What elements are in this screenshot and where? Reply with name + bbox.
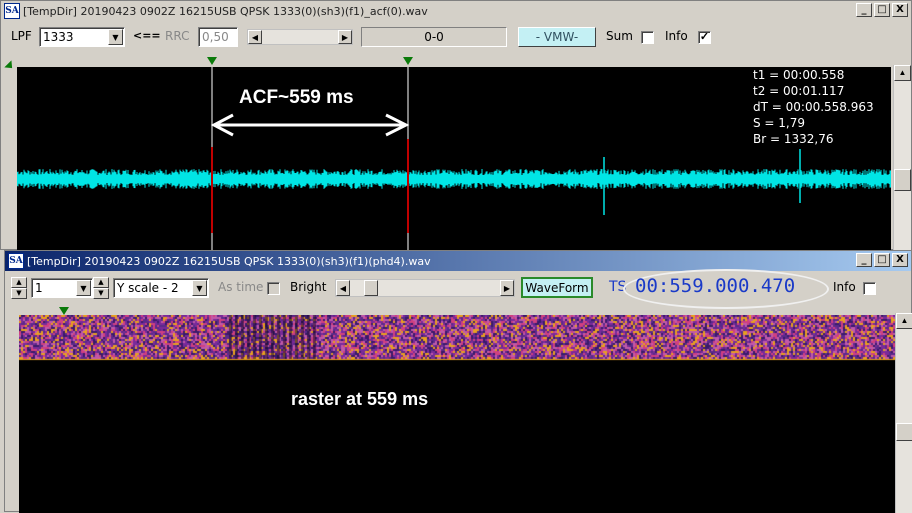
bright-slider-thumb[interactable]: [364, 280, 378, 296]
top-window-titlebar[interactable]: SA [TempDir] 20190423 0902Z 16215USB QPS…: [1, 1, 911, 21]
range-display: 0-0: [361, 27, 507, 47]
minimize-button[interactable]: _: [856, 3, 872, 17]
app-logo-icon: SA: [4, 3, 20, 19]
ts-value: 00:559.000.470: [635, 275, 796, 297]
info-label: Info: [665, 29, 688, 43]
chevron-down-icon[interactable]: ▼: [76, 280, 91, 296]
raster-image: [19, 315, 895, 363]
raster-marker-icon[interactable]: [59, 307, 69, 315]
spin-up-icon[interactable]: ▲: [11, 277, 27, 288]
spin-up-icon[interactable]: ▲: [93, 277, 109, 288]
top-window-title: [TempDir] 20190423 0902Z 16215USB QPSK 1…: [23, 4, 428, 18]
maximize-button[interactable]: □: [874, 253, 890, 267]
bottom-window-title: [TempDir] 20190423 0902Z 16215USB QPSK 1…: [27, 254, 431, 268]
as-time-label: As time: [218, 280, 264, 294]
close-button[interactable]: X: [892, 253, 908, 267]
left-edge-marker-icon: [4, 60, 16, 72]
rrc-field[interactable]: 0,50: [198, 27, 238, 47]
bottom-window-titlebar[interactable]: SA [TempDir] 20190423 0902Z 16215USB QPS…: [5, 251, 911, 271]
info-checkbox[interactable]: ✓: [698, 31, 711, 44]
acf-trace: [17, 169, 891, 189]
lpf-value: 1333: [43, 30, 74, 44]
info-checkbox[interactable]: [863, 282, 876, 295]
info-t2: t2 = 00:01.117: [753, 84, 845, 98]
acf-plot[interactable]: ACF~559 ms t1 = 00:00.558 t2 = 00:01.117…: [17, 67, 891, 251]
bright-label: Bright: [290, 280, 327, 294]
close-button[interactable]: X: [892, 3, 908, 17]
sum-checkbox[interactable]: [641, 31, 654, 44]
minimize-button[interactable]: _: [856, 253, 872, 267]
scroll-left-icon[interactable]: ◀: [248, 30, 262, 44]
bottom-window: SA [TempDir] 20190423 0902Z 16215USB QPS…: [4, 250, 912, 513]
maximize-button[interactable]: □: [874, 3, 890, 17]
chevron-down-icon[interactable]: ▼: [192, 280, 207, 296]
bottom-vertical-scrollbar[interactable]: ▲: [895, 313, 912, 513]
raster-annotation: raster at 559 ms: [291, 389, 429, 409]
info-br: Br = 1332,76: [753, 132, 834, 146]
top-vertical-scrollbar[interactable]: ▲: [893, 65, 911, 251]
as-time-checkbox[interactable]: [267, 282, 280, 295]
info-label: Info: [833, 280, 856, 294]
waveform-button[interactable]: WaveForm: [521, 277, 593, 298]
info-s: S = 1,79: [753, 116, 806, 130]
info-t1: t1 = 00:00.558: [753, 68, 845, 82]
apply-arrow-button[interactable]: <==: [133, 29, 161, 42]
vmw-button[interactable]: - VMW-: [518, 27, 596, 47]
sum-label: Sum: [606, 29, 633, 43]
bottom-scroll-thumb[interactable]: [896, 423, 912, 441]
cursor-t1-marker-icon[interactable]: [207, 57, 217, 65]
scroll-left-icon[interactable]: ◀: [336, 280, 350, 296]
scroll-up-icon[interactable]: ▲: [894, 65, 911, 81]
top-scroll-thumb[interactable]: [894, 169, 911, 191]
top-toolbar: LPF 1333 ▼ <== RRC 0,50 ◀ ▶ 0-0 - VMW- S…: [1, 23, 911, 51]
lpf-dropdown[interactable]: 1333 ▼: [39, 27, 125, 47]
info-dt: dT = 00:00.558.963: [753, 100, 874, 114]
scroll-right-icon[interactable]: ▶: [338, 30, 352, 44]
channel-value: 1: [35, 281, 43, 295]
chevron-down-icon[interactable]: ▼: [108, 29, 123, 45]
yscale-dropdown[interactable]: Y scale - 2 ▼: [113, 278, 209, 298]
channel-dropdown[interactable]: 1 ▼: [31, 278, 93, 298]
spin-down-icon[interactable]: ▼: [93, 288, 109, 299]
bottom-toolbar: ▲ ▼ 1 ▼ ▲ ▼ Y scale - 2 ▼ As time Bright…: [5, 269, 911, 309]
bright-slider[interactable]: ◀ ▶: [335, 279, 515, 297]
spin-down-icon[interactable]: ▼: [11, 288, 27, 299]
scroll-right-icon[interactable]: ▶: [500, 280, 514, 296]
raster-plot[interactable]: raster at 559 ms: [19, 315, 895, 513]
rrc-label: RRC: [165, 29, 190, 43]
rrc-value: 0,50: [202, 30, 229, 44]
yscale-value: Y scale - 2: [117, 281, 179, 295]
app-logo-icon: SA: [8, 253, 24, 269]
acf-annotation: ACF~559 ms: [239, 87, 354, 108]
top-window: SA [TempDir] 20190423 0902Z 16215USB QPS…: [0, 0, 912, 251]
cursor-t2-marker-icon[interactable]: [403, 57, 413, 65]
scroll-up-icon[interactable]: ▲: [896, 313, 912, 329]
lpf-label: LPF: [11, 29, 32, 43]
info-readout: t1 = 00:00.558 t2 = 00:01.117 dT = 00:00…: [753, 67, 874, 147]
top-horizontal-slider[interactable]: ◀ ▶: [247, 29, 353, 45]
